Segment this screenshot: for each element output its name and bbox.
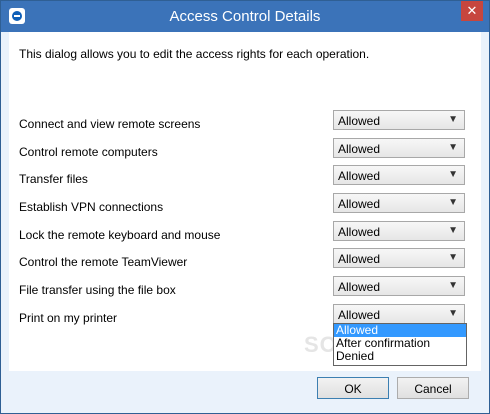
title-bar[interactable]: Access Control Details ✕ bbox=[1, 1, 489, 32]
row-label-control-remote: Control remote computers bbox=[19, 145, 158, 159]
window-title: Access Control Details bbox=[169, 8, 321, 25]
chevron-down-icon: ▼ bbox=[448, 142, 458, 153]
select-control-remote[interactable]: Allowed ▼ bbox=[333, 138, 465, 158]
select-value: Allowed bbox=[338, 114, 381, 128]
select-value: Allowed bbox=[338, 142, 381, 156]
footer: OK Cancel bbox=[1, 371, 489, 413]
select-value: Allowed bbox=[338, 197, 381, 211]
select-value: Allowed bbox=[338, 225, 381, 239]
select-vpn[interactable]: Allowed ▼ bbox=[333, 193, 465, 213]
ok-button[interactable]: OK bbox=[317, 377, 389, 399]
select-value: Allowed bbox=[338, 280, 381, 294]
select-lock-keyboard[interactable]: Allowed ▼ bbox=[333, 221, 465, 241]
row-label-file-box: File transfer using the file box bbox=[19, 283, 176, 297]
select-file-box[interactable]: Allowed ▼ bbox=[333, 276, 465, 296]
row-label-vpn: Establish VPN connections bbox=[19, 200, 164, 214]
select-print[interactable]: Allowed ▼ bbox=[333, 304, 465, 324]
chevron-down-icon: ▼ bbox=[448, 252, 458, 263]
chevron-down-icon: ▼ bbox=[448, 114, 458, 125]
cancel-button[interactable]: Cancel bbox=[397, 377, 469, 399]
dropdown-list[interactable]: Allowed After confirmation Denied bbox=[333, 323, 467, 366]
select-value: Allowed bbox=[338, 169, 381, 183]
chevron-down-icon: ▼ bbox=[448, 308, 458, 319]
chevron-down-icon: ▼ bbox=[448, 169, 458, 180]
chevron-down-icon: ▼ bbox=[448, 280, 458, 291]
close-button[interactable]: ✕ bbox=[461, 1, 483, 21]
intro-text: This dialog allows you to edit the acces… bbox=[19, 47, 370, 61]
select-value: Allowed bbox=[338, 308, 381, 322]
dropdown-option-denied[interactable]: Denied bbox=[334, 350, 466, 363]
select-connect-view[interactable]: Allowed ▼ bbox=[333, 110, 465, 130]
content-panel: This dialog allows you to edit the acces… bbox=[9, 32, 481, 371]
dialog-window: Access Control Details ✕ This dialog all… bbox=[0, 0, 490, 414]
select-value: Allowed bbox=[338, 252, 381, 266]
select-transfer-files[interactable]: Allowed ▼ bbox=[333, 165, 465, 185]
row-label-transfer-files: Transfer files bbox=[19, 172, 88, 186]
chevron-down-icon: ▼ bbox=[448, 225, 458, 236]
select-control-teamviewer[interactable]: Allowed ▼ bbox=[333, 248, 465, 268]
row-label-print: Print on my printer bbox=[19, 311, 118, 325]
row-label-control-teamviewer: Control the remote TeamViewer bbox=[19, 255, 188, 269]
row-label-lock-keyboard: Lock the remote keyboard and mouse bbox=[19, 228, 221, 242]
chevron-down-icon: ▼ bbox=[448, 197, 458, 208]
row-label-connect-view: Connect and view remote screens bbox=[19, 117, 201, 131]
